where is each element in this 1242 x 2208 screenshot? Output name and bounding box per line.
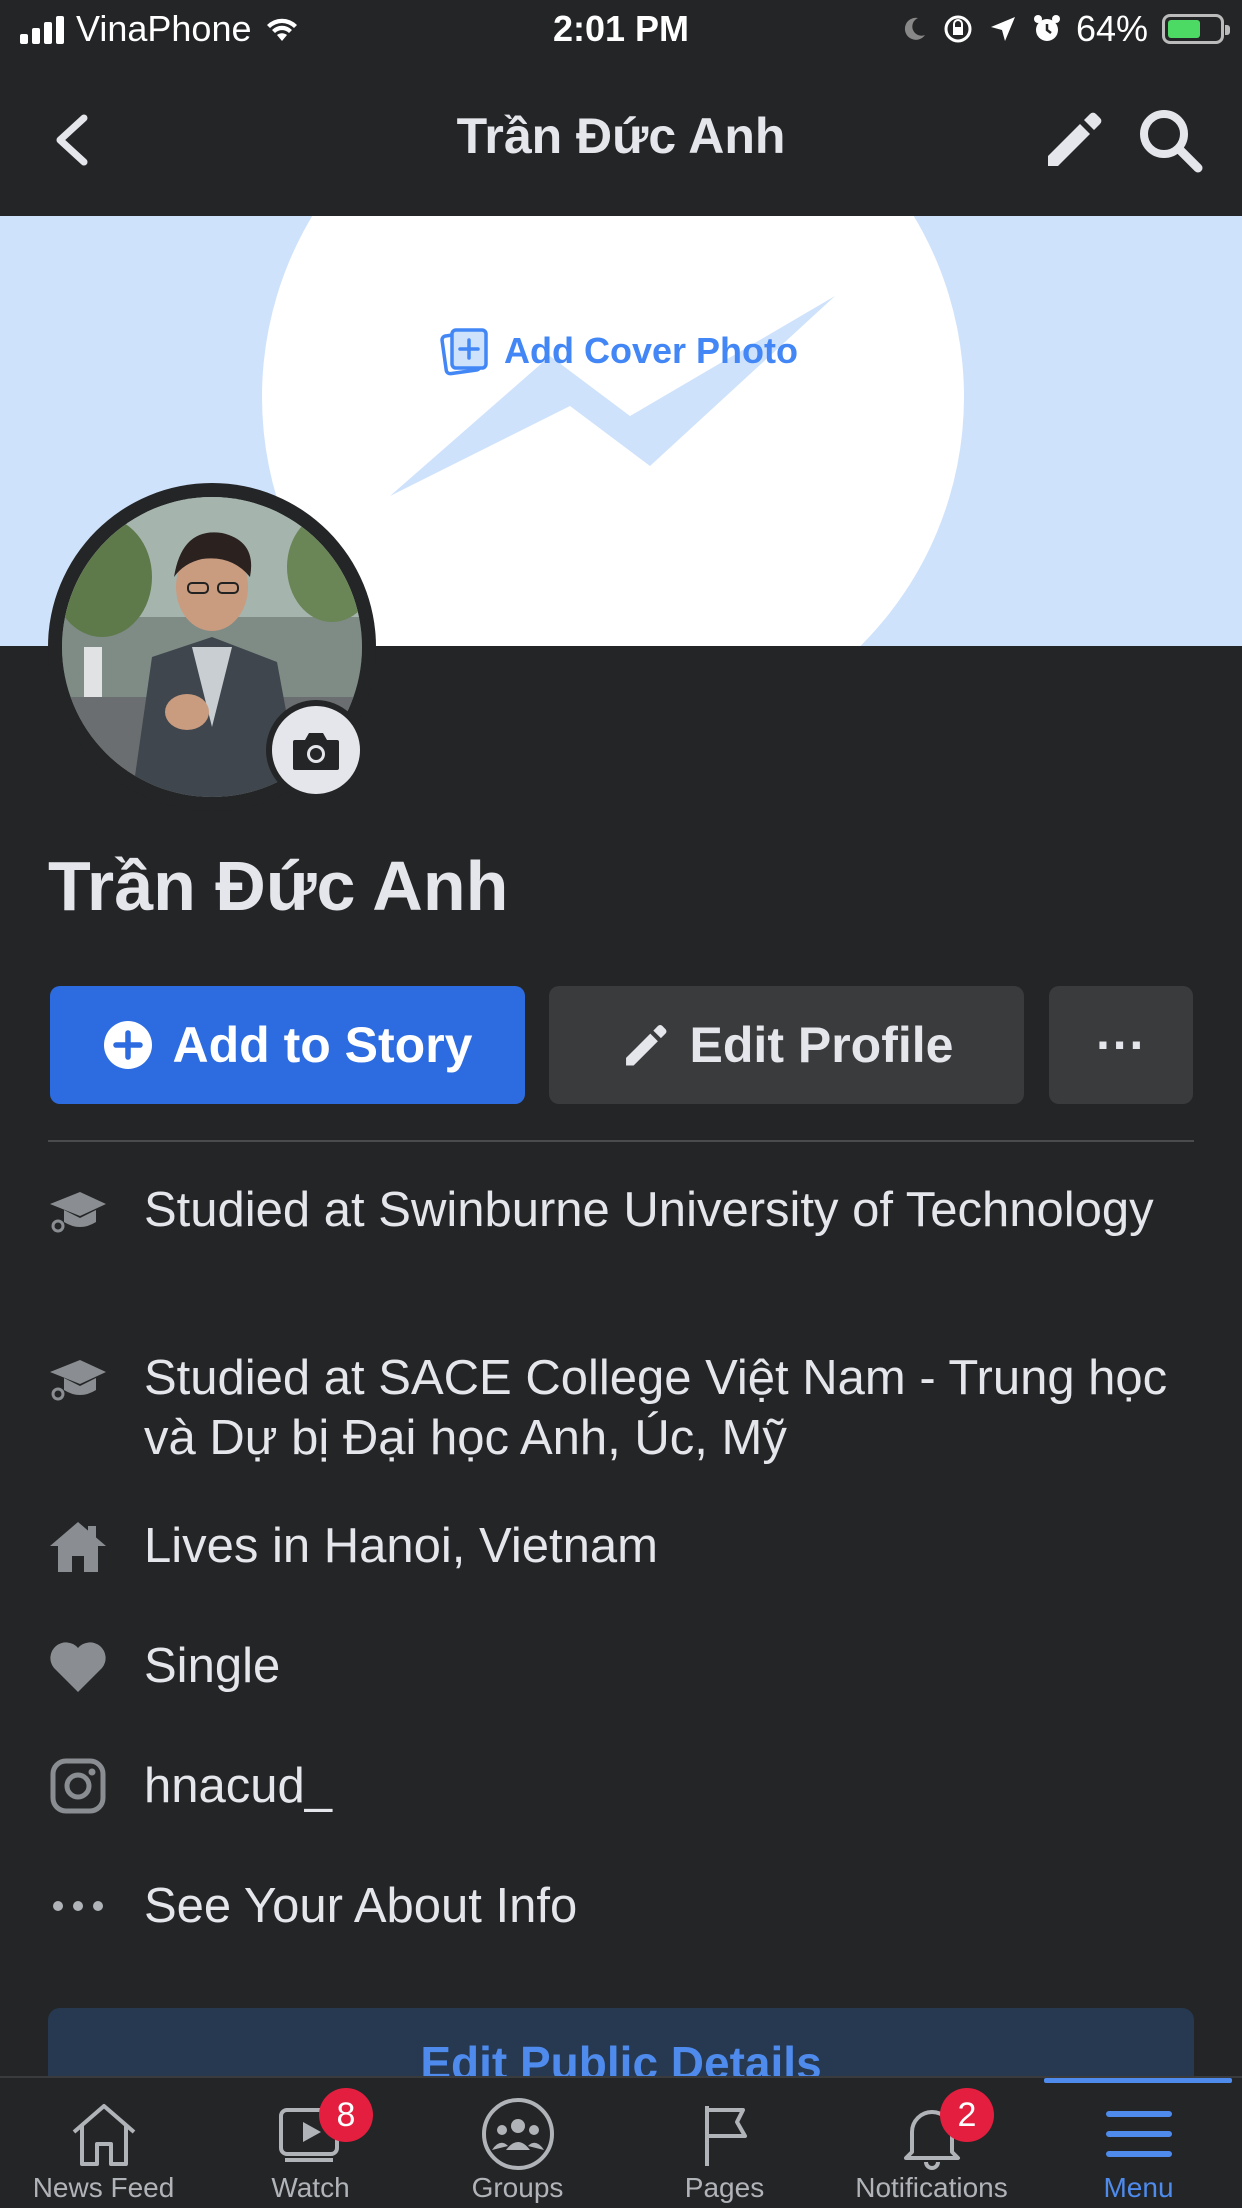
groups-icon [481, 2098, 554, 2170]
notifications-badge: 2 [940, 2088, 994, 2142]
tab-news-feed[interactable]: News Feed [0, 2078, 207, 2208]
bottom-tab-bar: News Feed 8 Watch Groups Pages 2 Notific… [0, 2076, 1242, 2208]
tab-watch[interactable]: 8 Watch [207, 2078, 414, 2208]
info-text: Lives in Hanoi, Vietnam [144, 1519, 658, 1573]
info-item-education-1[interactable]: Studied at Swinburne University of Techn… [48, 1180, 1198, 1240]
graduation-cap-icon [48, 1180, 108, 1240]
info-text: hnacud_ [144, 1759, 333, 1813]
menu-icon [1105, 2111, 1172, 2157]
tab-label: Menu [1103, 2172, 1174, 2203]
tab-label: Pages [684, 2172, 765, 2203]
info-item-residence[interactable]: Lives in Hanoi, Vietnam [48, 1516, 1198, 1576]
plus-circle-icon [103, 1021, 152, 1069]
info-item-instagram[interactable]: hnacud_ [48, 1756, 1198, 1816]
info-text: Studied at Swinburne University of Techn… [144, 1183, 1154, 1237]
battery-level-fill [1168, 20, 1200, 38]
tab-groups[interactable]: Groups [414, 2078, 621, 2208]
info-item-education-2[interactable]: Studied at SACE College Việt Nam - Trung… [48, 1348, 1198, 1468]
divider [48, 1140, 1194, 1142]
home-icon [48, 1516, 108, 1576]
edit-profile-label: Edit Profile [689, 1017, 954, 1073]
watch-badge: 8 [319, 2088, 373, 2142]
profile-name: Trần Đức Anh [48, 847, 509, 925]
add-photo-icon [440, 328, 488, 376]
edit-profile-button[interactable]: Edit Profile [549, 986, 1024, 1104]
graduation-cap-icon [48, 1348, 108, 1408]
info-item-relationship[interactable]: Single [48, 1636, 1198, 1696]
info-item-see-about[interactable]: See Your About Info [48, 1876, 1198, 1936]
more-options-button[interactable]: ··· [1049, 986, 1193, 1104]
change-profile-picture-button[interactable] [266, 700, 366, 800]
flag-icon [704, 2106, 747, 2166]
tab-label: Groups [471, 2172, 564, 2203]
instagram-icon [48, 1756, 108, 1816]
profile-nav-bar: Trần Đức Anh [0, 62, 1242, 216]
pencil-icon[interactable] [1040, 106, 1106, 172]
info-text: Studied at SACE College Việt Nam - Trung… [144, 1351, 1168, 1465]
alarm-icon [1033, 15, 1060, 41]
add-to-story-label: Add to Story [172, 1017, 473, 1073]
more-dots-icon [48, 1876, 108, 1936]
camera-icon [293, 733, 339, 770]
more-dots-icon: ··· [1096, 1017, 1146, 1073]
location-arrow-icon [990, 17, 1015, 41]
heart-icon [48, 1636, 108, 1696]
active-tab-indicator [1044, 2078, 1232, 2083]
tab-label: Watch [271, 2172, 350, 2203]
battery-icon [1162, 14, 1230, 44]
tab-pages[interactable]: Pages [621, 2078, 828, 2208]
moon-icon [904, 17, 925, 40]
pencil-icon [625, 1025, 667, 1066]
rotation-lock-icon [944, 15, 972, 43]
info-text: See Your About Info [144, 1879, 578, 1933]
tab-label: Notifications [855, 2172, 1008, 2203]
info-text: Single [144, 1639, 281, 1693]
tab-menu[interactable]: Menu [1035, 2078, 1242, 2208]
tab-label: News Feed [32, 2172, 175, 2203]
home-icon [72, 2104, 135, 2166]
add-cover-photo-label: Add Cover Photo [504, 330, 798, 371]
status-right: 64% [900, 8, 1230, 50]
tab-notifications[interactable]: 2 Notifications [828, 2078, 1035, 2208]
add-cover-photo-button[interactable]: Add Cover Photo [440, 326, 798, 376]
search-icon[interactable] [1136, 106, 1204, 174]
battery-percent: 64% [1075, 8, 1148, 49]
status-bar: VinaPhone 2:01 PM 64% [0, 0, 1242, 62]
add-to-story-button[interactable]: Add to Story [50, 986, 525, 1104]
